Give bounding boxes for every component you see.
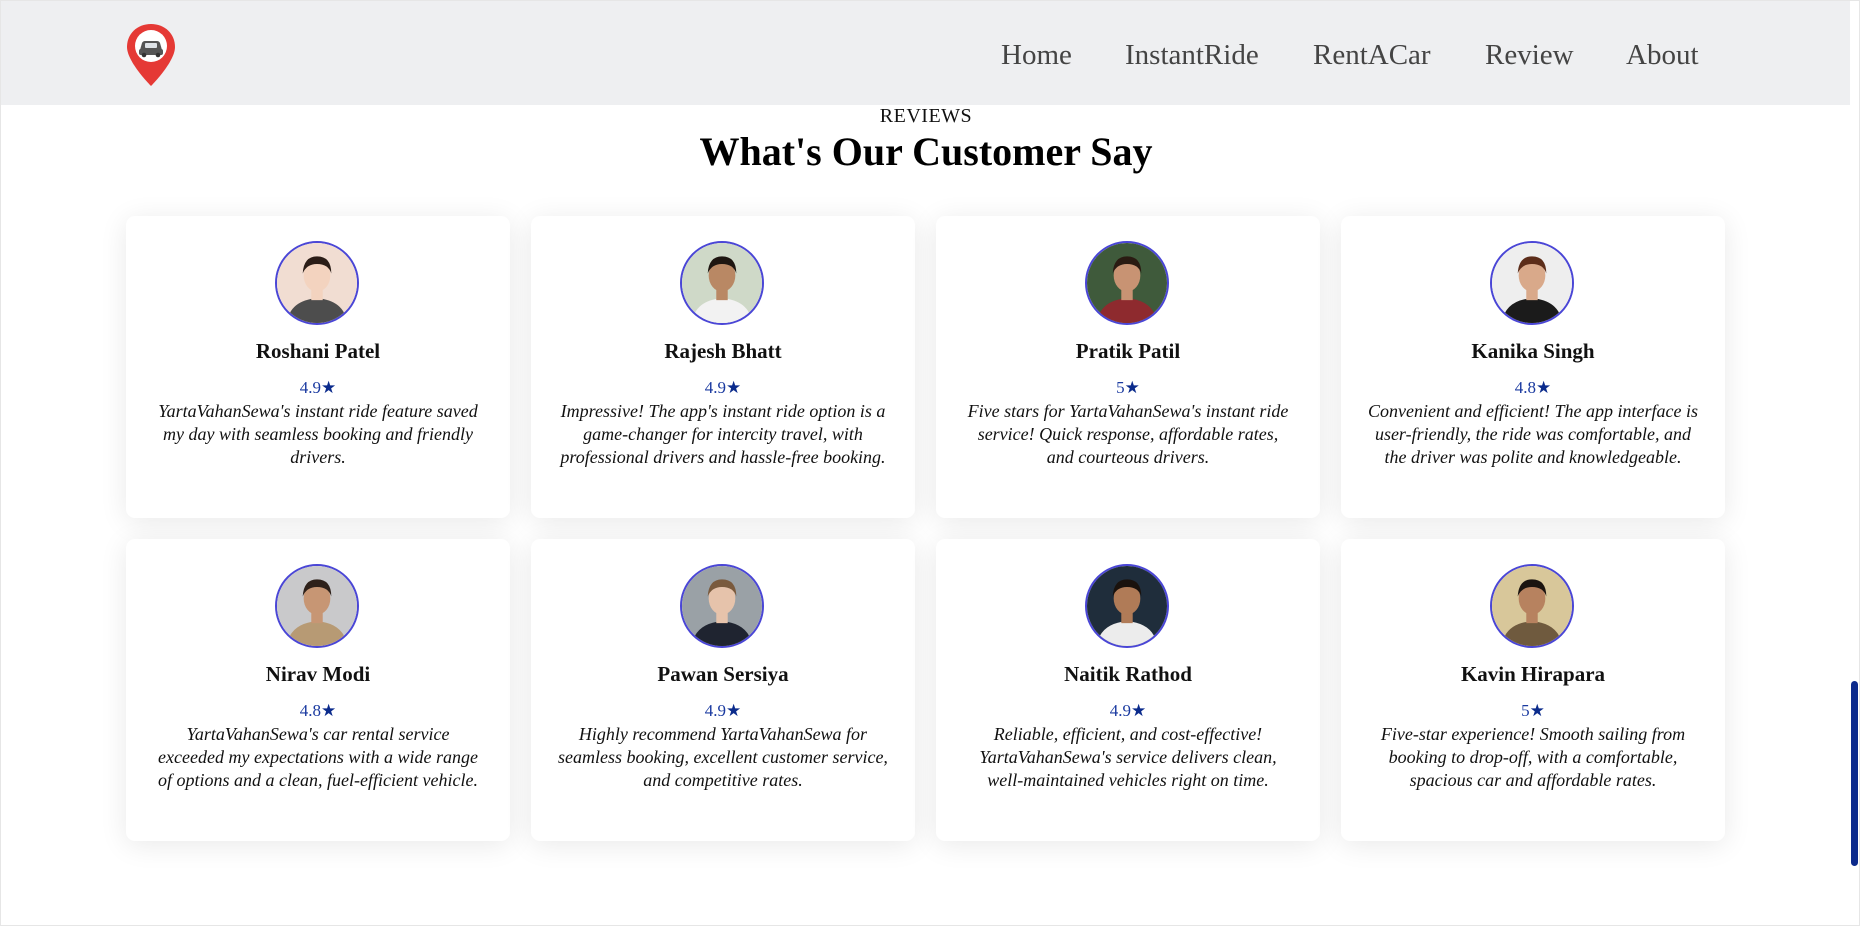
review-text: Reliable, efficient, and cost-effective!… (979, 724, 1277, 790)
nav-link-rentacar[interactable]: RentACar (1313, 35, 1431, 75)
rating: 4.9★ (126, 378, 510, 398)
star-icon: ★ (726, 378, 742, 397)
review-text: Convenient and efficient! The app interf… (1368, 401, 1698, 467)
star-icon: ★ (1529, 701, 1545, 720)
rating: 4.9★ (531, 378, 915, 398)
reviewer-name: Kavin Hirapara (1460, 662, 1606, 686)
rating-value: 5 (1521, 701, 1530, 720)
avatar (1085, 564, 1169, 648)
avatar (275, 564, 359, 648)
review-card: Kanika Singh 4.8★ Convenient and efficient… (1341, 216, 1725, 518)
reviewer-name: Naitik Rathod (1064, 662, 1192, 686)
section-eyebrow: REVIEWS (879, 105, 973, 127)
rating-value: 4.9 (704, 378, 726, 397)
nav-link-review[interactable]: Review (1485, 35, 1574, 75)
reviewer-name: Roshani Patel (255, 339, 381, 363)
avatar (680, 241, 764, 325)
reviewer-name: Rajesh Bhatt (664, 339, 782, 363)
review-card: Kavin Hirapara 5★ Five-star experience! Sm… (1341, 539, 1725, 841)
rating: 5★ (936, 378, 1320, 398)
rating: 4.8★ (126, 701, 510, 721)
rating-value: 4.9 (1109, 701, 1131, 720)
avatar (1490, 241, 1574, 325)
rating: 4.8★ (1341, 378, 1725, 398)
avatar (1490, 564, 1574, 648)
avatar (275, 241, 359, 325)
review-card: Naitik Rathod 4.9★ Reliable, efficient, an… (936, 539, 1320, 841)
reviewer-name: Kanika Singh (1471, 339, 1595, 363)
review-card: Rajesh Bhatt 4.9★ Impressive! The app's in… (531, 216, 915, 518)
star-icon: ★ (1131, 701, 1147, 720)
review-text: Five-star experience! Smooth sailing fro… (1380, 724, 1686, 790)
star-icon: ★ (726, 701, 742, 720)
section-title: What's Our Customer Say (699, 129, 1153, 174)
review-card: Pratik Patil 5★ Five stars for YartaVahanS… (936, 216, 1320, 518)
review-text: Highly recommend YartaVahanSewa for seam… (558, 724, 888, 790)
star-icon: ★ (1124, 378, 1140, 397)
rating: 4.9★ (531, 701, 915, 721)
rating-value: 4.9 (704, 701, 726, 720)
nav-link-instantride[interactable]: InstantRide (1125, 35, 1259, 75)
rating-value: 4.8 (1514, 378, 1536, 397)
reviewer-name: Pawan Sersiya (657, 662, 789, 686)
review-text: YartaVahanSewa's car rental service exce… (158, 724, 478, 790)
rating-value: 5 (1116, 378, 1125, 397)
nav-link-about[interactable]: About (1626, 35, 1699, 75)
rating-value: 4.8 (299, 701, 321, 720)
review-text: Impressive! The app's instant ride optio… (560, 401, 886, 467)
review-card: Pawan Sersiya 4.9★ Highly recommend YartaV… (531, 539, 915, 841)
reviewer-name: Pratik Patil (1075, 339, 1181, 363)
review-card: Roshani Patel 4.9★ YartaVahanSewa's instan… (126, 216, 510, 518)
top-navbar: Home InstantRide RentACar Review About (1, 1, 1850, 105)
review-card: Nirav Modi 4.8★ YartaVahanSewa's car renta… (126, 539, 510, 841)
avatar (1085, 241, 1169, 325)
rating: 4.9★ (936, 701, 1320, 721)
star-icon: ★ (321, 701, 337, 720)
avatar (680, 564, 764, 648)
star-icon: ★ (1536, 378, 1552, 397)
review-text: YartaVahanSewa's instant ride feature sa… (158, 401, 478, 467)
rating: 5★ (1341, 701, 1725, 721)
nav-link-home[interactable]: Home (1001, 35, 1072, 75)
rating-value: 4.9 (299, 378, 321, 397)
review-text: Five stars for YartaVahanSewa's instant … (967, 401, 1289, 467)
reviewer-name: Nirav Modi (265, 662, 371, 686)
car-location-pin-icon[interactable] (125, 22, 177, 88)
star-icon: ★ (321, 378, 337, 397)
scrollbar-thumb[interactable] (1851, 681, 1858, 866)
